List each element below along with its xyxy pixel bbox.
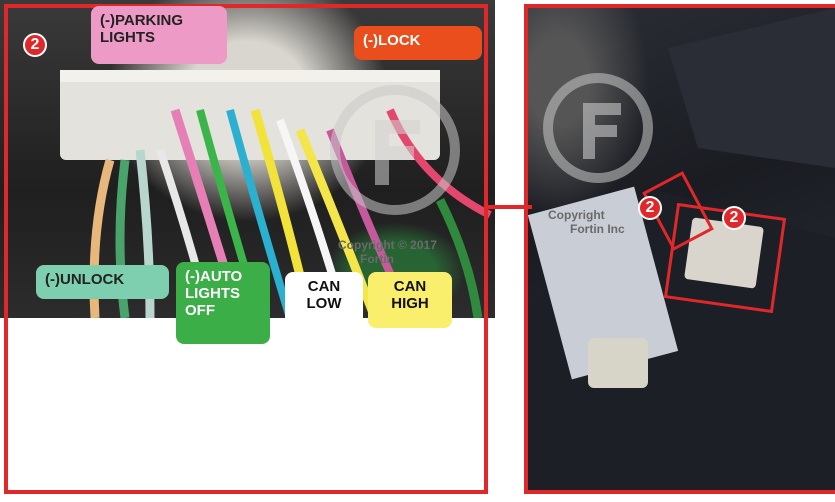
label-text: (-)LOCK: [363, 32, 421, 49]
label-text: CAN: [393, 278, 427, 295]
label-can-high: CAN HIGH: [368, 272, 452, 328]
label-text: CAN: [307, 278, 341, 295]
label-text: LOW: [306, 295, 342, 312]
label-text: HIGH: [391, 295, 429, 312]
watermark-line: Copyright © 2017: [338, 238, 437, 252]
label-lock: (-)LOCK: [354, 26, 482, 60]
label-can-low: CAN LOW: [285, 272, 363, 328]
watermark-line: Copyright: [548, 208, 605, 222]
step-badge-right-large: 2: [722, 206, 746, 230]
watermark-left: Copyright © 2017 Fortin: [338, 238, 437, 266]
label-unlock: (-)UNLOCK: [36, 265, 169, 299]
label-text: LIGHTS: [100, 29, 155, 46]
label-text: OFF: [185, 302, 215, 319]
frame-connector-line: [488, 205, 532, 209]
label-auto-lights-off: (-)AUTO LIGHTS OFF: [176, 262, 270, 344]
label-parking-lights: (-)PARKING LIGHTS: [91, 6, 227, 64]
label-text: (-)PARKING: [100, 12, 184, 29]
step-badge: 2: [23, 33, 47, 57]
watermark-right: Copyright Fortin Inc: [548, 208, 625, 236]
label-text: (-)UNLOCK: [45, 271, 125, 288]
step-badge-right-small: 2: [638, 196, 662, 220]
small-module: [588, 338, 648, 388]
watermark-line: Fortin Inc: [570, 222, 625, 236]
watermark-line: Fortin: [360, 252, 394, 266]
label-text: LIGHTS: [185, 285, 240, 302]
label-text: (-)AUTO: [185, 268, 243, 285]
